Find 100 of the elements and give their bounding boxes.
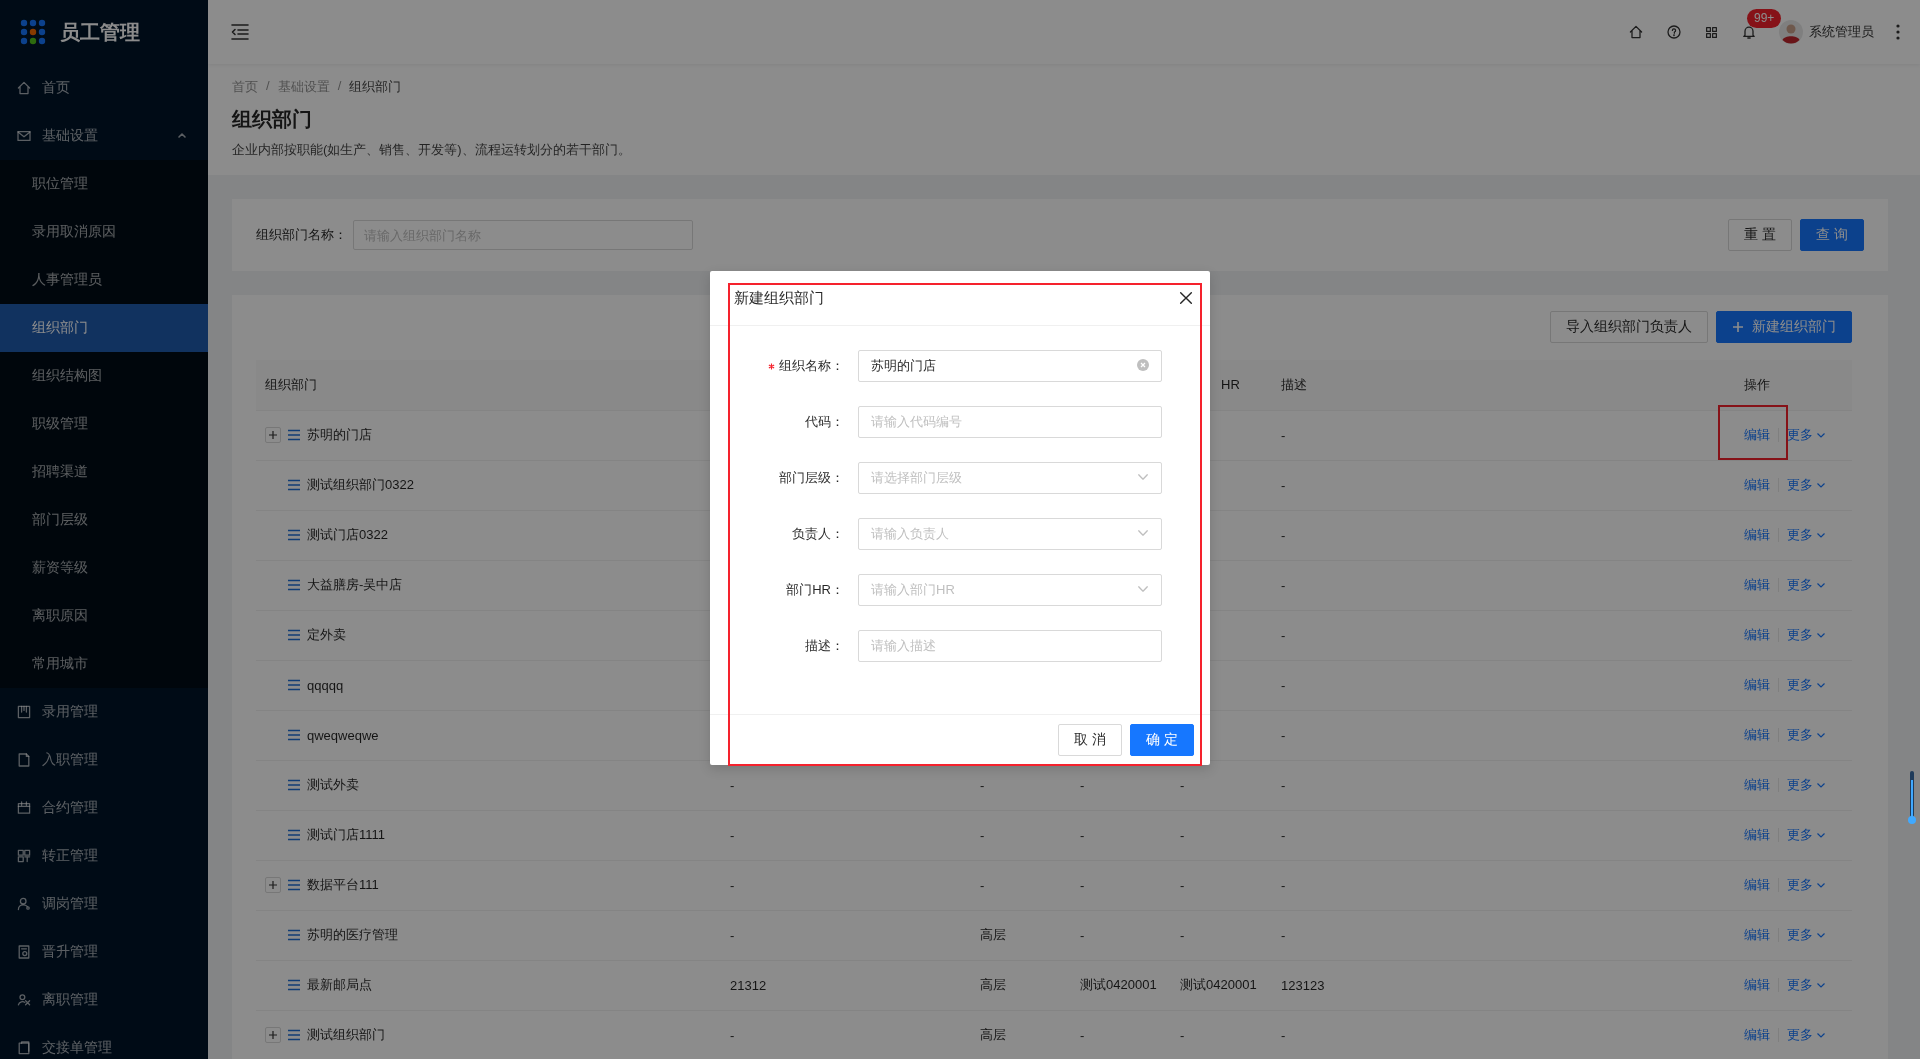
sidebar-item[interactable]: 人事管理员 (0, 256, 208, 304)
breadcrumb-separator: / (337, 78, 342, 95)
sidebar-item[interactable]: 组织部门 (0, 304, 208, 352)
more-dropdown[interactable]: 更多 (1787, 626, 1826, 644)
expand-icon[interactable] (265, 1027, 281, 1043)
sidebar-item[interactable]: 职位管理 (0, 160, 208, 208)
department-name: 数据平台111 (307, 876, 379, 894)
list-icon (287, 779, 301, 791)
sidebar-item[interactable]: 交接单管理 (0, 1024, 208, 1059)
more-dropdown[interactable]: 更多 (1787, 526, 1826, 544)
create-button[interactable]: 新建组织部门 (1716, 311, 1852, 343)
sidebar-item[interactable]: 离职原因 (0, 592, 208, 640)
sidebar-item[interactable]: 录用管理 (0, 688, 208, 736)
input-field[interactable]: 请输入代码编号 (858, 406, 1162, 438)
page-description: 企业内部按职能(如生产、销售、开发等)、流程运转划分的若干部门。 (232, 141, 632, 159)
more-dropdown[interactable]: 更多 (1787, 576, 1826, 594)
sidebar-item[interactable]: 录用取消原因 (0, 208, 208, 256)
edit-link[interactable]: 编辑 (1744, 977, 1770, 992)
edit-link[interactable]: 编辑 (1744, 477, 1770, 492)
sidebar-item[interactable]: 常用城市 (0, 640, 208, 688)
help-icon[interactable] (1666, 24, 1682, 40)
table-cell: - (721, 810, 971, 860)
edit-link[interactable]: 编辑 (1744, 577, 1770, 592)
more-dropdown[interactable]: 更多 (1787, 976, 1826, 994)
list-icon (287, 829, 301, 841)
more-icon[interactable] (1896, 24, 1900, 40)
field-label: 部门层级： (779, 470, 844, 485)
menu-fold-icon[interactable] (230, 22, 250, 42)
more-dropdown[interactable]: 更多 (1787, 726, 1826, 744)
search-button[interactable]: 查 询 (1800, 219, 1864, 251)
import-button[interactable]: 导入组织部门负责人 (1550, 311, 1708, 343)
edit-link[interactable]: 编辑 (1744, 927, 1770, 942)
sidebar-item[interactable]: 合约管理 (0, 784, 208, 832)
sidebar-item[interactable]: 入职管理 (0, 736, 208, 784)
field-label: 组织部门名称： (256, 226, 347, 244)
reset-button[interactable]: 重 置 (1728, 219, 1793, 251)
edit-link[interactable]: 编辑 (1744, 727, 1770, 742)
edit-link[interactable]: 编辑 (1744, 877, 1770, 892)
edit-link[interactable]: 编辑 (1744, 1027, 1770, 1042)
more-dropdown[interactable]: 更多 (1787, 776, 1826, 794)
table-cell: 高层 (971, 960, 1071, 1010)
confirm-button[interactable]: 确 定 (1130, 724, 1194, 756)
close-icon[interactable] (1178, 290, 1194, 306)
list-icon (287, 879, 301, 891)
edit-link[interactable]: 编辑 (1744, 527, 1770, 542)
caret-icon (1816, 830, 1826, 840)
table-cell: 测试0420001 (1171, 960, 1272, 1010)
scroll-handle-icon[interactable] (1908, 770, 1916, 826)
user-name[interactable]: 系统管理员 (1809, 23, 1874, 41)
notification-icon[interactable] (1741, 24, 1757, 40)
table-cell: - (721, 860, 971, 910)
edit-link[interactable]: 编辑 (1744, 827, 1770, 842)
more-dropdown[interactable]: 更多 (1787, 926, 1826, 944)
more-dropdown[interactable]: 更多 (1787, 876, 1826, 894)
list-icon (287, 679, 301, 691)
more-dropdown[interactable]: 更多 (1787, 676, 1826, 694)
list-icon (287, 479, 301, 491)
input-field[interactable]: 请输入描述 (858, 630, 1162, 662)
field-label: 描述： (805, 638, 844, 653)
sidebar-item[interactable]: 部门层级 (0, 496, 208, 544)
sidebar-item[interactable]: 晋升管理 (0, 928, 208, 976)
table-cell: - (1071, 1010, 1171, 1059)
home-icon[interactable] (1628, 24, 1644, 40)
input-field[interactable]: 苏明的门店 (858, 350, 1162, 382)
table-cell: 测试0420001 (1071, 960, 1171, 1010)
sidebar-item[interactable]: 首页 (0, 64, 208, 112)
grid-icon[interactable] (1704, 24, 1719, 40)
expand-icon[interactable] (265, 877, 281, 893)
edit-link[interactable]: 编辑 (1744, 427, 1770, 442)
select-field[interactable]: 请输入负责人 (858, 518, 1162, 550)
more-dropdown[interactable]: 更多 (1787, 1026, 1826, 1044)
sidebar-item[interactable]: 转正管理 (0, 832, 208, 880)
department-name: 苏明的门店 (307, 426, 372, 444)
sidebar-item[interactable]: 组织结构图 (0, 352, 208, 400)
sidebar-item[interactable]: 职级管理 (0, 400, 208, 448)
caret-icon (1816, 530, 1826, 540)
cancel-button[interactable]: 取 消 (1058, 724, 1123, 756)
field-label: 代码： (805, 414, 844, 429)
sidebar-item[interactable]: 调岗管理 (0, 880, 208, 928)
edit-link[interactable]: 编辑 (1744, 777, 1770, 792)
sidebar-item[interactable]: 基础设置 (0, 112, 208, 160)
more-dropdown[interactable]: 更多 (1787, 826, 1826, 844)
table-cell: - (1071, 910, 1171, 960)
more-dropdown[interactable]: 更多 (1787, 426, 1826, 444)
logo-icon (20, 19, 46, 45)
avatar[interactable] (1779, 20, 1803, 44)
edit-link[interactable]: 编辑 (1744, 677, 1770, 692)
sidebar-item[interactable]: 薪资等级 (0, 544, 208, 592)
expand-icon[interactable] (265, 427, 281, 443)
table-cell: - (1071, 810, 1171, 860)
breadcrumb-link[interactable]: 基础设置 (277, 78, 330, 96)
edit-link[interactable]: 编辑 (1744, 627, 1770, 642)
more-dropdown[interactable]: 更多 (1787, 476, 1826, 494)
caret-icon (1816, 1030, 1826, 1040)
sidebar-item[interactable]: 招聘渠道 (0, 448, 208, 496)
field-label: 组织名称： (779, 358, 844, 373)
list-icon (287, 1029, 301, 1041)
table-cell: 123123 (1272, 960, 1735, 1010)
breadcrumb-current: 组织部门 (349, 78, 402, 96)
sidebar-item[interactable]: 离职管理 (0, 976, 208, 1024)
